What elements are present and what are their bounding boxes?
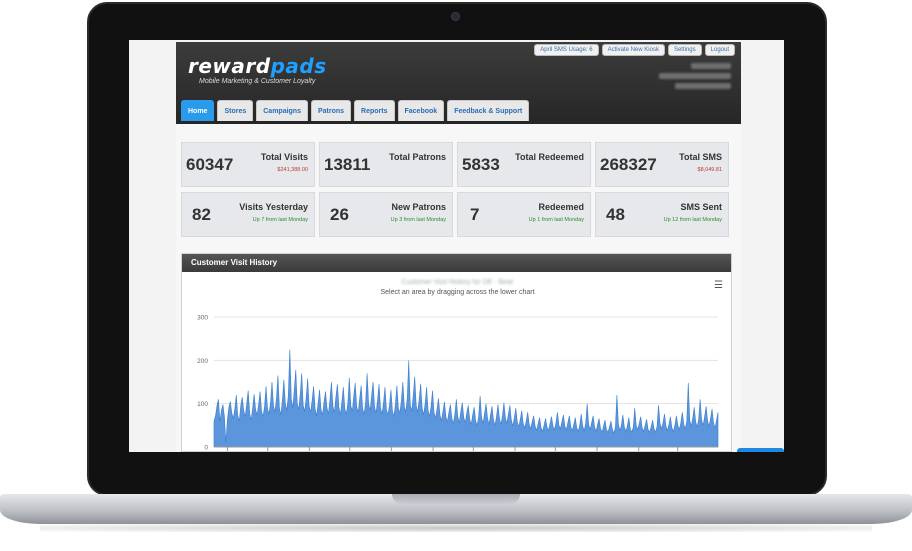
y-tick-label: 100 bbox=[197, 401, 208, 408]
y-tick-label: 200 bbox=[197, 358, 208, 365]
stat-value: 268327 bbox=[600, 155, 657, 174]
logout-button[interactable]: Logout bbox=[704, 44, 735, 56]
tab-campaigns[interactable]: Campaigns bbox=[256, 100, 308, 121]
stat-card-new-patrons: 26 New Patrons Up 3 from last Monday bbox=[319, 192, 453, 237]
brand-tagline: Mobile Marketing & Customer Loyalty bbox=[199, 78, 316, 85]
brand-logo[interactable]: rewardpads bbox=[188, 54, 327, 78]
stat-label: Total Patrons bbox=[389, 152, 446, 162]
series-area bbox=[213, 349, 719, 448]
stat-card-total-redeemed: 5833 Total Redeemed bbox=[457, 142, 591, 187]
stat-card-total-patrons: 13811 Total Patrons bbox=[319, 142, 453, 187]
tab-patrons[interactable]: Patrons bbox=[310, 100, 352, 121]
tab-feedback-support[interactable]: Feedback & Support bbox=[447, 100, 530, 121]
camera-icon bbox=[451, 12, 460, 21]
tab-facebook[interactable]: Facebook bbox=[397, 100, 445, 121]
stat-card-redeemed: 7 Redeemed Up 1 from last Monday bbox=[457, 192, 591, 237]
stat-label: SMS Sent bbox=[680, 202, 722, 212]
stat-value: 60347 bbox=[186, 155, 234, 174]
stat-label: Redeemed bbox=[538, 202, 584, 212]
stat-sub: $8,049.81 bbox=[697, 167, 722, 173]
main-tabs: Home Stores Campaigns Patrons Reports Fa… bbox=[181, 100, 530, 121]
app-header: rewardpads Mobile Marketing & Customer L… bbox=[176, 42, 741, 124]
tab-reports[interactable]: Reports bbox=[354, 100, 395, 121]
stat-label: Visits Yesterday bbox=[239, 202, 308, 212]
stat-value: 48 bbox=[606, 205, 625, 224]
stat-sub: Up 7 from last Monday bbox=[252, 217, 308, 223]
laptop-mockup: rewardpads Mobile Marketing & Customer L… bbox=[0, 0, 912, 551]
app-window: rewardpads Mobile Marketing & Customer L… bbox=[176, 42, 741, 452]
tab-home[interactable]: Home bbox=[181, 100, 215, 121]
y-tick-label: 0 bbox=[204, 445, 208, 452]
logo-main: reward bbox=[188, 54, 271, 78]
laptop-screen: rewardpads Mobile Marketing & Customer L… bbox=[129, 40, 784, 452]
settings-button[interactable]: Settings bbox=[667, 44, 702, 56]
chat-tab[interactable] bbox=[737, 448, 784, 452]
stat-label: Total Visits bbox=[260, 152, 308, 162]
stat-sub: Up 1 from last Monday bbox=[528, 217, 584, 223]
panel-title: Customer Visit History bbox=[182, 254, 731, 272]
stat-label: Total Redeemed bbox=[515, 152, 584, 162]
stat-card-visits-yesterday: 82 Visits Yesterday Up 7 from last Monda… bbox=[181, 192, 315, 237]
visit-history-panel: Customer Visit History Customer Visit Hi… bbox=[181, 253, 732, 452]
account-info-blurred bbox=[651, 60, 731, 89]
logo-accent: pads bbox=[270, 54, 327, 78]
stat-label: New Patrons bbox=[391, 202, 446, 212]
stat-value: 26 bbox=[330, 205, 349, 224]
chart-title: Customer Visit History for DE - Bear bbox=[401, 279, 514, 286]
hamburger-icon[interactable]: ☰ bbox=[714, 280, 723, 291]
stat-value: 13811 bbox=[324, 155, 371, 174]
y-tick-label: 300 bbox=[197, 315, 208, 322]
stat-value: 5833 bbox=[462, 155, 500, 174]
stat-card-total-visits: 60347 Total Visits $241,388.00 bbox=[181, 142, 315, 187]
stat-sub: $241,388.00 bbox=[277, 167, 308, 173]
laptop-shadow bbox=[40, 524, 872, 532]
top-button-bar: April SMS Usage: 6 Activate New Kiosk Se… bbox=[534, 44, 735, 56]
chart-subtitle: Select an area by dragging across the lo… bbox=[380, 289, 535, 296]
stat-sub: Up 12 from last Monday bbox=[663, 217, 722, 223]
stat-value: 82 bbox=[192, 205, 211, 224]
activate-kiosk-button[interactable]: Activate New Kiosk bbox=[601, 44, 665, 56]
stat-card-total-sms: 268327 Total SMS $8,049.81 bbox=[595, 142, 729, 187]
tab-stores[interactable]: Stores bbox=[217, 100, 254, 121]
sms-usage-button[interactable]: April SMS Usage: 6 bbox=[534, 44, 599, 56]
stat-card-sms-sent: 48 SMS Sent Up 12 from last Monday bbox=[595, 192, 729, 237]
stat-sub: Up 3 from last Monday bbox=[390, 217, 446, 223]
stat-value: 7 bbox=[470, 205, 480, 224]
visit-history-chart[interactable]: 0100200300Apr '15May '15Jun '15Jul '15Au… bbox=[182, 299, 733, 452]
laptop-notch bbox=[392, 494, 520, 504]
stat-label: Total SMS bbox=[679, 152, 722, 162]
